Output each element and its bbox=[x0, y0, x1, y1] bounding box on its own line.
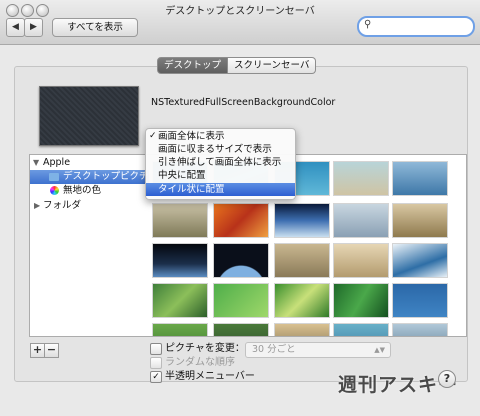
popup-arrows-icon: ▲▼ bbox=[374, 346, 385, 354]
source-list[interactable]: ▼ Apple デスクトップピクチャ 無地の色 ▶ フォルダ bbox=[29, 154, 158, 337]
disclosure-open-icon[interactable]: ▼ bbox=[33, 156, 39, 170]
menu-item-stretch[interactable]: 引き伸ばして画面全体に表示 bbox=[146, 156, 295, 169]
search-icon: ⚲ bbox=[364, 19, 372, 30]
window-title: デスクトップとスクリーンセーバ bbox=[165, 6, 315, 17]
color-wheel-icon bbox=[50, 186, 59, 195]
menu-item-fit-to-screen[interactable]: 画面に収まるサイズで表示 bbox=[146, 143, 295, 156]
menu-item-tile[interactable]: タイル状に配置 bbox=[146, 183, 295, 196]
add-folder-button[interactable]: + bbox=[30, 343, 45, 358]
menu-item-label: 画面に収まるサイズで表示 bbox=[158, 144, 272, 155]
thumbnail-zebra-herd[interactable] bbox=[333, 243, 389, 278]
desktop-preview bbox=[39, 86, 139, 146]
thumbnail-earth-limb[interactable] bbox=[213, 243, 269, 278]
thumbnail-grass-blades[interactable] bbox=[333, 283, 389, 318]
preferences-window: デスクトップとスクリーンセーバ ◀ ▶ すべてを表示 ⚲ デスクトップ スクリー… bbox=[0, 0, 480, 416]
search-field[interactable]: ⚲ bbox=[357, 16, 475, 37]
sidebar-group-apple[interactable]: ▼ Apple bbox=[30, 156, 149, 170]
thumbnail-water-drops[interactable] bbox=[213, 283, 269, 318]
thumbnail-earth-from-space[interactable] bbox=[152, 243, 208, 278]
translucent-menubar-checkbox[interactable]: ✓ bbox=[150, 371, 162, 383]
thumbnail-ice-floe[interactable] bbox=[392, 243, 448, 278]
tab-bar: デスクトップ スクリーンセーバ bbox=[157, 57, 317, 74]
thumbnail-mountain-lake[interactable] bbox=[392, 323, 448, 336]
thumbnail-lagoon[interactable] bbox=[333, 323, 389, 336]
back-icon: ◀ bbox=[12, 22, 19, 32]
sidebar-label: デスクトップピクチャ bbox=[63, 171, 158, 182]
forward-button[interactable]: ▶ bbox=[24, 18, 43, 37]
interval-value: 30 分ごと bbox=[252, 344, 296, 355]
sidebar-item-solid-colors[interactable]: 無地の色 bbox=[30, 184, 149, 198]
search-input[interactable] bbox=[377, 19, 471, 34]
random-order-label: ランダムな順序 bbox=[165, 357, 235, 368]
tab-screensaver[interactable]: スクリーンセーバ bbox=[228, 57, 317, 74]
checkmark-icon: ✓ bbox=[149, 131, 157, 141]
show-all-button[interactable]: すべてを表示 bbox=[52, 18, 138, 37]
menu-item-label: タイル状に配置 bbox=[158, 184, 225, 195]
thumbnail-wheat-grass[interactable] bbox=[152, 203, 208, 238]
translucent-menubar-label: 半透明メニューバー bbox=[165, 371, 255, 382]
sidebar-label: 無地の色 bbox=[63, 185, 102, 196]
current-image-name: NSTexturedFullScreenBackgroundColor bbox=[151, 97, 336, 108]
back-button[interactable]: ◀ bbox=[6, 18, 25, 37]
thumbnail-frosty-trees[interactable] bbox=[392, 161, 448, 196]
tab-desktop[interactable]: デスクトップ bbox=[157, 57, 229, 74]
folder-icon bbox=[49, 173, 59, 181]
forward-icon: ▶ bbox=[30, 22, 37, 32]
remove-folder-button[interactable]: − bbox=[44, 343, 59, 358]
thumbnail-leaves-green[interactable] bbox=[152, 283, 208, 318]
menu-item-center[interactable]: 中央に配置 bbox=[146, 169, 295, 182]
change-picture-label: ピクチャを変更： bbox=[165, 343, 245, 354]
thumbnail-autumn-leaves[interactable] bbox=[213, 203, 269, 238]
thumbnail-forest-edge[interactable] bbox=[213, 323, 269, 336]
sidebar-label: Apple bbox=[43, 157, 71, 168]
sidebar-item-desktop-pictures[interactable]: デスクトップピクチャ bbox=[30, 170, 158, 184]
thumbnail-bird-in-sky[interactable] bbox=[392, 203, 448, 238]
random-order-checkbox[interactable] bbox=[150, 357, 162, 369]
thumbnail-green-field[interactable] bbox=[152, 323, 208, 336]
thumbnail-earth-horizon[interactable] bbox=[274, 203, 330, 238]
menu-item-label: 画面全体に表示 bbox=[158, 131, 225, 142]
thumbnail-sunset-rocks[interactable] bbox=[274, 323, 330, 336]
thumbnail-frog-on-leaf[interactable] bbox=[274, 283, 330, 318]
menu-item-label: 引き伸ばして画面全体に表示 bbox=[158, 157, 282, 168]
title-bar: デスクトップとスクリーンセーバ ◀ ▶ すべてを表示 ⚲ bbox=[0, 0, 480, 45]
menu-item-label: 中央に配置 bbox=[158, 170, 206, 181]
fit-mode-menu[interactable]: ✓ 画面全体に表示 画面に収まるサイズで表示 引き伸ばして画面全体に表示 中央に… bbox=[145, 128, 296, 200]
sidebar-label: フォルダ bbox=[43, 200, 82, 211]
thumbnail-blue-sea[interactable] bbox=[392, 283, 448, 318]
thumbnail-foggy-lake[interactable] bbox=[333, 203, 389, 238]
sidebar-group-folders[interactable]: ▶ フォルダ bbox=[30, 199, 149, 213]
disclosure-closed-icon[interactable]: ▶ bbox=[34, 199, 40, 213]
menu-item-fill-screen[interactable]: ✓ 画面全体に表示 bbox=[146, 130, 295, 143]
thumbnail-elephant[interactable] bbox=[274, 243, 330, 278]
help-button[interactable]: ? bbox=[438, 370, 456, 388]
interval-popup[interactable]: 30 分ごと ▲▼ bbox=[245, 342, 391, 358]
thumbnail-beach-shore[interactable] bbox=[333, 161, 389, 196]
change-picture-checkbox[interactable] bbox=[150, 343, 162, 355]
